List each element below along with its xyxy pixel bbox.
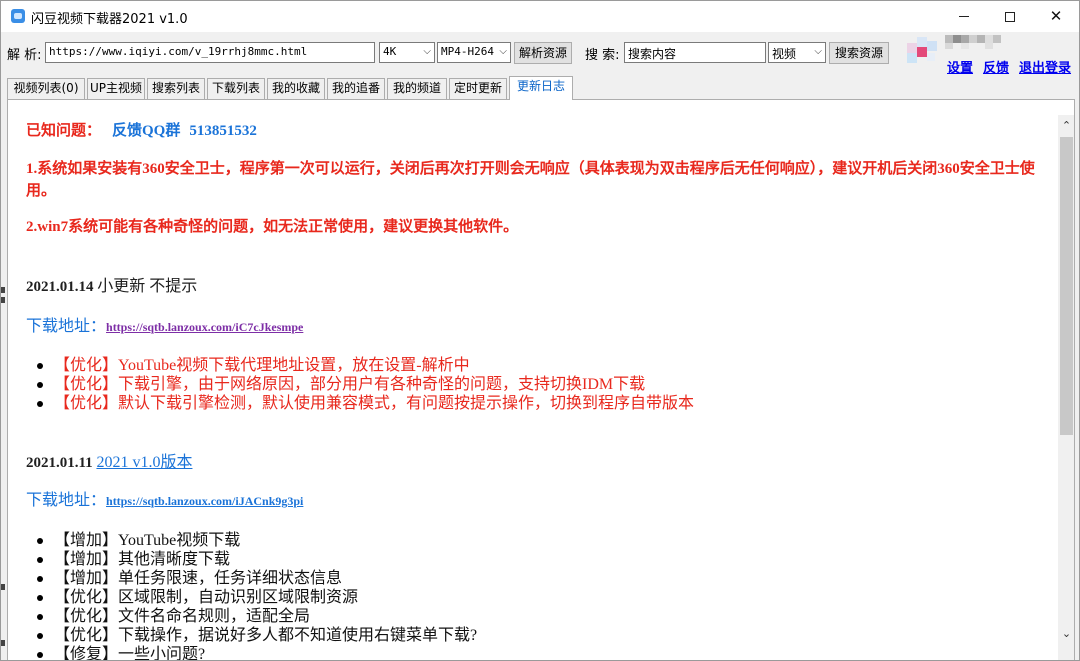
list-item: 【增加】单任务限速，任务详细状态信息: [26, 569, 477, 588]
format-select-value: MP4-H264: [441, 45, 494, 58]
list-item: 【增加】YouTube视频下载: [26, 531, 477, 550]
scroll-thumb[interactable]: [1060, 137, 1073, 435]
list-item: 【优化】下载引擎，由于网络原因，部分用户有各种奇怪的问题，支持切换IDM下载: [26, 375, 694, 394]
list-item: 【修复】一些小问题?: [26, 645, 477, 660]
maximize-icon: [1005, 11, 1015, 22]
tab-search-list[interactable]: 搜索列表: [147, 78, 205, 99]
quality-select[interactable]: 4K ⌵: [379, 42, 435, 63]
release-heading: 2021.01.11 2021 v1.0版本: [26, 452, 1046, 474]
download-row: 下载地址：https://sqtb.lanzoux.com/iC7cJkesmp…: [26, 316, 1046, 338]
release-title-link[interactable]: 2021 v1.0版本: [96, 454, 192, 471]
chevron-down-icon: ⌵: [423, 46, 431, 57]
tab-uploader-videos[interactable]: UP主视频: [87, 78, 145, 99]
search-type-value: 视频: [772, 47, 797, 61]
tab-scheduled-update[interactable]: 定时更新: [449, 78, 507, 99]
tab-bangumi[interactable]: 我的追番: [327, 78, 385, 99]
chevron-down-icon: ⌵: [814, 46, 822, 57]
scroll-down-icon[interactable]: ⌄: [1058, 625, 1074, 642]
changelog-panel: 已知问题： 反馈QQ群 513851532 1.系统如果安装有360安全卫士，程…: [7, 99, 1075, 660]
release-date: 2021.01.11: [26, 455, 93, 471]
qq-group-label: 反馈QQ群: [112, 123, 181, 139]
release-title: 小更新 不提示: [97, 278, 198, 295]
release-date: 2021.01.14: [26, 279, 94, 295]
search-type-select[interactable]: 视频 ⌵: [768, 42, 826, 63]
known-issues-header: 已知问题： 反馈QQ群 513851532: [26, 120, 1046, 142]
app-window: 闪豆视频下载器2021 v1.0 ✕ 解 析: https://www.iqiy…: [0, 0, 1080, 661]
scroll-up-icon[interactable]: ⌃: [1058, 117, 1074, 134]
format-select[interactable]: MP4-H264 ⌵: [437, 42, 511, 63]
list-item: 【优化】下载操作，据说好多人都不知道使用右键菜单下载?: [26, 626, 477, 645]
settings-link[interactable]: 设置: [947, 57, 973, 76]
known-issue-2: 2.win7系统可能有各种奇怪的问题，如无法正常使用，建议更换其他软件。: [26, 219, 519, 235]
maximize-button[interactable]: [987, 1, 1033, 32]
list-item: 【优化】区域限制，自动识别区域限制资源: [26, 588, 477, 607]
title-bar[interactable]: 闪豆视频下载器2021 v1.0 ✕: [1, 1, 1079, 32]
release-items: 【增加】YouTube视频下载 【增加】其他清晰度下载 【增加】单任务限速，任务…: [26, 531, 477, 660]
tab-changelog[interactable]: 更新日志: [509, 76, 573, 100]
list-item: 【优化】默认下载引擎检测，默认使用兼容模式，有问题按提示操作，切换到程序自带版本: [26, 394, 694, 413]
download-link[interactable]: https://sqtb.lanzoux.com/iC7cJkesmpe: [106, 320, 303, 334]
download-row: 下载地址：https://sqtb.lanzoux.com/iJACnk9g3p…: [26, 490, 1046, 512]
minimize-icon: [959, 16, 969, 17]
search-input[interactable]: 搜索内容: [624, 42, 766, 63]
parse-label: 解 析:: [7, 48, 42, 63]
tab-channels[interactable]: 我的频道: [387, 78, 447, 99]
app-logo-icon: [11, 9, 25, 23]
search-label: 搜 索:: [585, 48, 620, 63]
left-edge-mark: [1, 297, 5, 303]
qq-group-number: 513851532: [189, 123, 257, 139]
release-heading: 2021.01.14 小更新 不提示: [26, 276, 1046, 298]
close-icon: ✕: [1049, 7, 1063, 25]
feedback-link[interactable]: 反馈: [983, 57, 1009, 76]
tab-video-list[interactable]: 视频列表(0): [7, 78, 85, 99]
download-label: 下载地址：: [26, 492, 107, 509]
tab-favorites[interactable]: 我的收藏: [267, 78, 325, 99]
minimize-button[interactable]: [941, 1, 987, 32]
left-edge-mark: [1, 640, 5, 646]
known-issue-1: 1.系统如果安装有360安全卫士，程序第一次可以运行，关闭后再次打开则会无响应（…: [26, 161, 1035, 199]
tab-download-list[interactable]: 下载列表: [207, 78, 265, 99]
download-label: 下载地址：: [26, 318, 107, 335]
quality-select-value: 4K: [383, 45, 397, 58]
url-input[interactable]: https://www.iqiyi.com/v_19rrhj8mmc.html: [45, 42, 375, 63]
known-issues-heading: 已知问题：: [26, 123, 102, 139]
list-item: 【增加】其他清晰度下载: [26, 550, 477, 569]
logout-link[interactable]: 退出登录: [1019, 57, 1071, 76]
list-item: 【优化】文件名命名规则，适配全局: [26, 607, 477, 626]
release-items: 【优化】YouTube视频下载代理地址设置，放在设置-解析中 【优化】下载引擎，…: [26, 356, 694, 413]
list-item: 【优化】YouTube视频下载代理地址设置，放在设置-解析中: [26, 356, 694, 375]
window-title: 闪豆视频下载器2021 v1.0: [31, 12, 188, 27]
search-button[interactable]: 搜索资源: [829, 42, 889, 64]
vertical-scrollbar[interactable]: ⌃ ⌄: [1058, 115, 1074, 660]
left-edge-mark: [1, 287, 5, 293]
parse-button[interactable]: 解析资源: [514, 42, 572, 64]
left-edge-mark: [1, 584, 5, 590]
chevron-down-icon: ⌵: [499, 46, 507, 57]
close-button[interactable]: ✕: [1033, 1, 1079, 32]
download-link[interactable]: https://sqtb.lanzoux.com/iJACnk9g3pi: [106, 494, 303, 508]
